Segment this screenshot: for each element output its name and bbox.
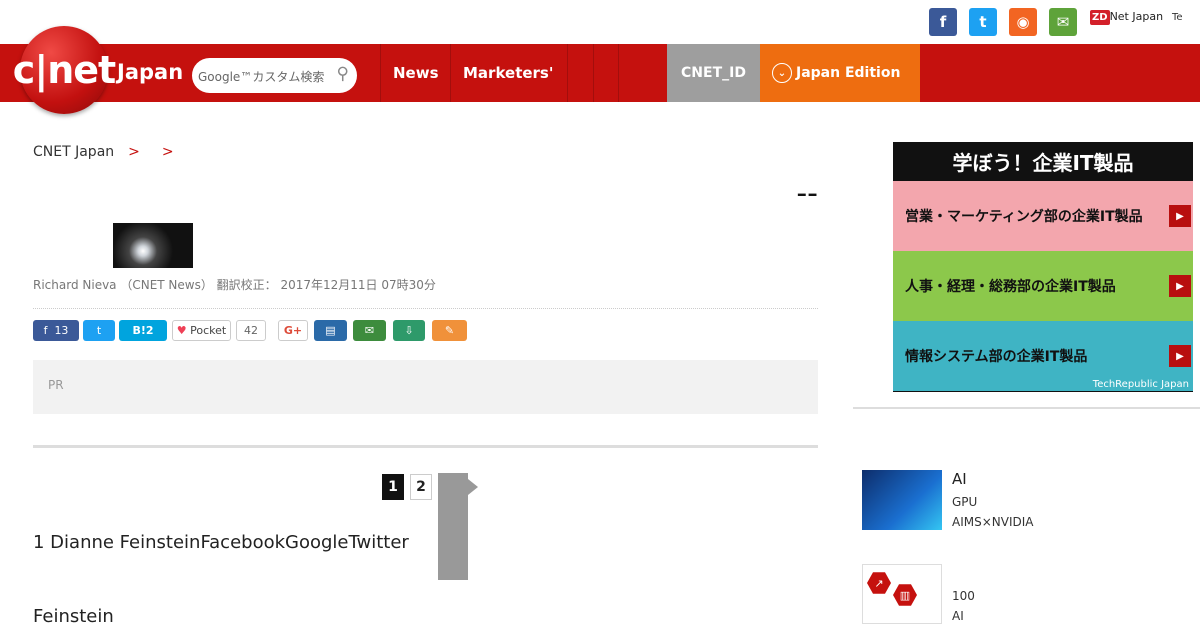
pocket-count: 42	[236, 320, 266, 341]
gplus-share-button[interactable]: G+	[278, 320, 308, 341]
story-thumbnail[interactable]: ↗ ▥	[862, 564, 942, 624]
story-headline[interactable]: AI	[952, 470, 967, 488]
download-button[interactable]: ⇩	[393, 320, 425, 341]
mail-icon: ✉	[364, 324, 375, 337]
nav-item-4[interactable]	[593, 44, 618, 102]
facebook-share-button[interactable]: f 13	[33, 320, 79, 341]
breadcrumb: CNET Japan > >	[33, 144, 182, 160]
pr-tag: PR	[48, 378, 64, 392]
ad-title: 学ぼう！企業IT製品	[952, 151, 1134, 175]
hatena-share-count: 2	[145, 324, 154, 337]
download-icon: ⇩	[404, 324, 414, 337]
sidebar-story[interactable]: ↗ ▥ 100 AI	[862, 564, 1200, 624]
story-summary-line: AIMS×NVIDIA	[952, 515, 1034, 529]
breadcrumb-separator: >	[128, 144, 140, 160]
nav-marketers[interactable]: Marketers'	[450, 44, 567, 102]
hatena-icon: B!	[132, 324, 146, 337]
story-summary-line: GPU	[952, 495, 978, 509]
zdnet-label: Net Japan	[1109, 10, 1164, 23]
twitter-icon: t	[96, 324, 102, 337]
paperclip-icon: ✎	[444, 324, 455, 337]
article-thumbnail	[113, 223, 193, 268]
ad-row-label: 情報システム部の企業IT製品	[905, 349, 1088, 365]
logo-japan-label[interactable]: Japan	[117, 60, 183, 84]
nav-news[interactable]: News	[380, 44, 450, 102]
cnet-id-button[interactable]: CNET_ID	[667, 44, 760, 102]
facebook-icon: f	[43, 324, 55, 337]
story-summary: GPU AIMS×NVIDIA	[952, 492, 1034, 532]
next-page-arrow[interactable]	[438, 473, 478, 580]
divider	[853, 407, 1200, 409]
edition-label: Japan Edition	[796, 65, 901, 81]
facebook-icon[interactable]: f	[929, 8, 957, 36]
ad-footer: TechRepublic Japan	[1092, 379, 1189, 390]
ad-row-label: 人事・経理・総務部の企業IT製品	[905, 279, 1116, 295]
story-summary-line: 100	[952, 589, 975, 603]
pr-box[interactable]: PR	[33, 360, 818, 414]
bar-chart-icon: ▥	[893, 584, 917, 606]
twitter-share-button[interactable]: t	[83, 320, 115, 341]
divider	[33, 308, 818, 309]
nav-item-3[interactable]	[567, 44, 593, 102]
chart-icon: ↗	[867, 572, 891, 594]
rss-icon[interactable]: ◉	[1009, 8, 1037, 36]
ad-row-sales[interactable]: 営業・マーケティング部の企業IT製品 ▶	[893, 181, 1193, 251]
article-paragraph: Feinstein	[33, 606, 114, 627]
pocket-icon: ♥	[176, 324, 191, 337]
play-icon: ▶	[1169, 345, 1191, 367]
cnet-logo[interactable]: c|net	[13, 26, 116, 114]
twitter-icon[interactable]: t	[969, 8, 997, 36]
mail-icon[interactable]: ✉	[1049, 8, 1077, 36]
breadcrumb-home[interactable]: CNET Japan	[33, 144, 114, 160]
article-byline: Richard Nieva （CNET News） 翻訳校正： 2017年12月…	[33, 278, 436, 292]
pocket-label: Pocket	[190, 324, 227, 337]
search-input[interactable]: Google™カスタム検索	[198, 68, 324, 85]
main-nav: Japan Google™カスタム検索 ⚲ News Marketers' CN…	[0, 44, 1200, 102]
play-icon: ▶	[1169, 275, 1191, 297]
nav-item-5[interactable]	[618, 44, 643, 102]
email-share-button[interactable]: ✉	[353, 320, 386, 341]
sidebar-story[interactable]: AI GPU AIMS×NVIDIA	[862, 470, 1200, 530]
sidebar-ad[interactable]: 学ぼう！企業IT製品 営業・マーケティング部の企業IT製品 ▶ 人事・経理・総務部…	[893, 142, 1193, 392]
divider	[33, 445, 818, 448]
story-summary-line: AI	[952, 609, 964, 623]
zdnet-link[interactable]: ZD Net Japan	[1090, 10, 1164, 25]
chevron-down-icon: ⌄	[772, 63, 792, 83]
search-icon[interactable]: ⚲	[337, 64, 349, 84]
pocket-share-button[interactable]: ♥ Pocket	[172, 320, 231, 341]
hatena-share-button[interactable]: B! 2	[119, 320, 167, 341]
play-icon: ▶	[1169, 205, 1191, 227]
breadcrumb-separator: >	[161, 144, 174, 160]
facebook-share-count: 13	[54, 324, 69, 337]
article-title: --	[796, 176, 818, 211]
story-summary: 100 AI	[952, 586, 975, 626]
page-2-button[interactable]: 2	[410, 474, 432, 500]
search-box[interactable]: Google™カスタム検索 ⚲	[192, 58, 357, 93]
edition-selector[interactable]: ⌄ Japan Edition	[760, 44, 920, 102]
print-icon: ▤	[325, 324, 336, 337]
ad-row-label: 営業・マーケティング部の企業IT製品	[905, 209, 1143, 225]
top-social-bar: f t ◉ ✉ ZD Net Japan Te	[0, 0, 1200, 44]
clip-button[interactable]: ✎	[432, 320, 467, 341]
ad-row-hr[interactable]: 人事・経理・総務部の企業IT製品 ▶	[893, 251, 1193, 321]
article-paragraph: 1 Dianne FeinsteinFacebookGoogleTwitter	[33, 532, 409, 553]
print-button[interactable]: ▤	[314, 320, 347, 341]
story-thumbnail[interactable]	[862, 470, 942, 530]
page-1-button[interactable]: 1	[382, 474, 404, 500]
techrepublic-link[interactable]: Te	[1172, 12, 1183, 23]
